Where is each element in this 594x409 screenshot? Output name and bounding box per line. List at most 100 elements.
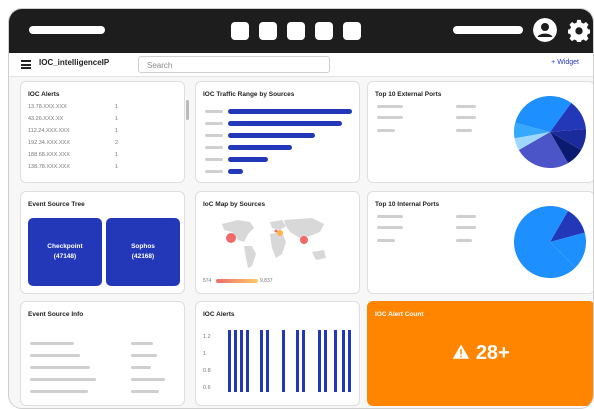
ip-address: 112.24.XXX.XXX bbox=[28, 128, 70, 134]
alert-bar[interactable] bbox=[240, 330, 243, 392]
tree-node-sophos[interactable]: Sophos (42168) bbox=[106, 218, 180, 286]
bar-label-placeholder bbox=[205, 122, 223, 125]
ioc-alert-count-card[interactable]: IOC Alert Count 28+ bbox=[367, 301, 593, 406]
alert-bar[interactable] bbox=[282, 330, 285, 392]
user-avatar-icon[interactable] bbox=[533, 18, 557, 42]
map-hotspot bbox=[226, 233, 236, 243]
internal-ports-card: Top 10 Internal Ports bbox=[367, 191, 593, 294]
alert-count: 2 bbox=[115, 140, 119, 146]
ip-address: 13.78.XXX.XXX bbox=[28, 104, 67, 110]
alert-bar[interactable] bbox=[334, 330, 337, 392]
info-placeholder bbox=[131, 378, 165, 381]
map-hotspot bbox=[277, 230, 283, 236]
traffic-bar[interactable] bbox=[228, 109, 352, 114]
node-count: (47148) bbox=[53, 253, 77, 260]
legend-placeholder bbox=[377, 129, 395, 132]
alert-count: 1 bbox=[115, 128, 119, 134]
legend-placeholder bbox=[377, 215, 403, 218]
event-source-tree-card: Event Source Tree Checkpoint (47148) Sop… bbox=[20, 191, 185, 294]
alert-bar[interactable] bbox=[234, 330, 237, 392]
add-widget-button[interactable]: + Widget bbox=[551, 59, 579, 66]
card-title: Top 10 Internal Ports bbox=[375, 201, 440, 208]
ioc-alerts-bar-chart bbox=[220, 328, 352, 398]
info-placeholder bbox=[131, 354, 157, 357]
nav-tab-5[interactable] bbox=[343, 22, 361, 40]
alert-count: 1 bbox=[115, 152, 119, 158]
user-name-placeholder bbox=[453, 26, 523, 34]
info-placeholder bbox=[30, 342, 74, 345]
legend-placeholder bbox=[456, 226, 476, 229]
alert-bar[interactable] bbox=[296, 330, 299, 392]
alert-bar[interactable] bbox=[246, 330, 249, 392]
alert-bar[interactable] bbox=[302, 330, 305, 392]
scrollbar[interactable] bbox=[186, 100, 189, 120]
alert-count-number: 28+ bbox=[475, 342, 510, 364]
info-placeholder bbox=[30, 390, 88, 393]
alert-count: 1 bbox=[115, 116, 119, 122]
ip-address: 43.26.XXX.XX bbox=[28, 116, 64, 122]
traffic-range-card: IOC Traffic Range by Sources bbox=[195, 81, 360, 183]
card-title: Top 10 External Ports bbox=[375, 91, 442, 98]
nav-tab-4[interactable] bbox=[315, 22, 333, 40]
alert-bar[interactable] bbox=[266, 330, 269, 392]
card-title: IOC Alert Count bbox=[375, 311, 424, 318]
alert-bar[interactable] bbox=[324, 330, 327, 392]
world-map[interactable] bbox=[216, 214, 336, 274]
alert-bar[interactable] bbox=[348, 330, 351, 392]
internal-ports-pie[interactable] bbox=[514, 205, 586, 279]
map-hotspot bbox=[300, 236, 308, 244]
info-placeholder bbox=[30, 354, 80, 357]
info-placeholder bbox=[30, 378, 96, 381]
external-ports-pie[interactable] bbox=[514, 95, 586, 169]
ip-address: 188.68.XXX.XXX bbox=[28, 152, 70, 158]
legend-placeholder bbox=[377, 116, 403, 119]
node-name: Sophos bbox=[131, 243, 155, 250]
list-item[interactable]: 192.34.XXX.XXX 2 bbox=[28, 140, 128, 146]
legend-placeholder bbox=[456, 116, 476, 119]
info-placeholder bbox=[131, 366, 151, 369]
tree-node-checkpoint[interactable]: Checkpoint (47148) bbox=[28, 218, 102, 286]
dashboard-window: IOC_intelligenceIP Search + Widget IOC A… bbox=[8, 8, 594, 409]
alert-bar[interactable] bbox=[318, 330, 321, 392]
legend-max: 9,837 bbox=[260, 278, 273, 284]
alert-bar[interactable] bbox=[260, 330, 263, 392]
bar-label-placeholder bbox=[205, 134, 223, 137]
ioc-map-card: IoC Map by Sources 574 9,837 bbox=[195, 191, 360, 294]
alert-bar[interactable] bbox=[342, 330, 345, 392]
card-title: IOC Alerts bbox=[203, 311, 235, 318]
node-count: (42168) bbox=[131, 253, 155, 260]
traffic-bar[interactable] bbox=[228, 157, 268, 162]
traffic-bar[interactable] bbox=[228, 169, 243, 174]
list-item[interactable]: 138.78.XXX.XXX 1 bbox=[28, 164, 128, 170]
alert-count: 1 bbox=[115, 104, 119, 110]
legend-placeholder bbox=[377, 239, 395, 242]
alert-bar[interactable] bbox=[228, 330, 231, 392]
legend-placeholder bbox=[456, 215, 476, 218]
top-bar bbox=[9, 9, 593, 53]
info-placeholder bbox=[30, 366, 90, 369]
legend-placeholder bbox=[377, 105, 403, 108]
search-input[interactable]: Search bbox=[138, 56, 330, 73]
traffic-bar[interactable] bbox=[228, 121, 342, 126]
nav-tab-2[interactable] bbox=[259, 22, 277, 40]
list-item[interactable]: 188.68.XXX.XXX 1 bbox=[28, 152, 128, 158]
alert-count-value: 28+ bbox=[368, 342, 593, 365]
list-item[interactable]: 112.24.XXX.XXX 1 bbox=[28, 128, 128, 134]
traffic-bar[interactable] bbox=[228, 133, 315, 138]
bar-label-placeholder bbox=[205, 110, 223, 113]
y-tick: 0.8 bbox=[203, 368, 211, 374]
legend-min: 574 bbox=[203, 278, 212, 284]
nav-tab-3[interactable] bbox=[287, 22, 305, 40]
y-tick: 0.6 bbox=[203, 385, 211, 391]
workspace-title: IOC_intelligenceIP bbox=[39, 58, 110, 67]
list-item[interactable]: 13.78.XXX.XXX 1 bbox=[28, 104, 128, 110]
ioc-alerts-chart-card: IOC Alerts 1.2 1 0.8 0.6 bbox=[195, 301, 360, 406]
menu-icon[interactable] bbox=[21, 60, 31, 69]
card-title: Event Source Info bbox=[28, 311, 84, 318]
external-ports-card: Top 10 External Ports bbox=[367, 81, 593, 183]
gear-icon[interactable] bbox=[568, 18, 590, 42]
list-item[interactable]: 43.26.XXX.XX 1 bbox=[28, 116, 128, 122]
info-placeholder bbox=[131, 342, 153, 345]
nav-tab-1[interactable] bbox=[231, 22, 249, 40]
traffic-bar[interactable] bbox=[228, 145, 292, 150]
